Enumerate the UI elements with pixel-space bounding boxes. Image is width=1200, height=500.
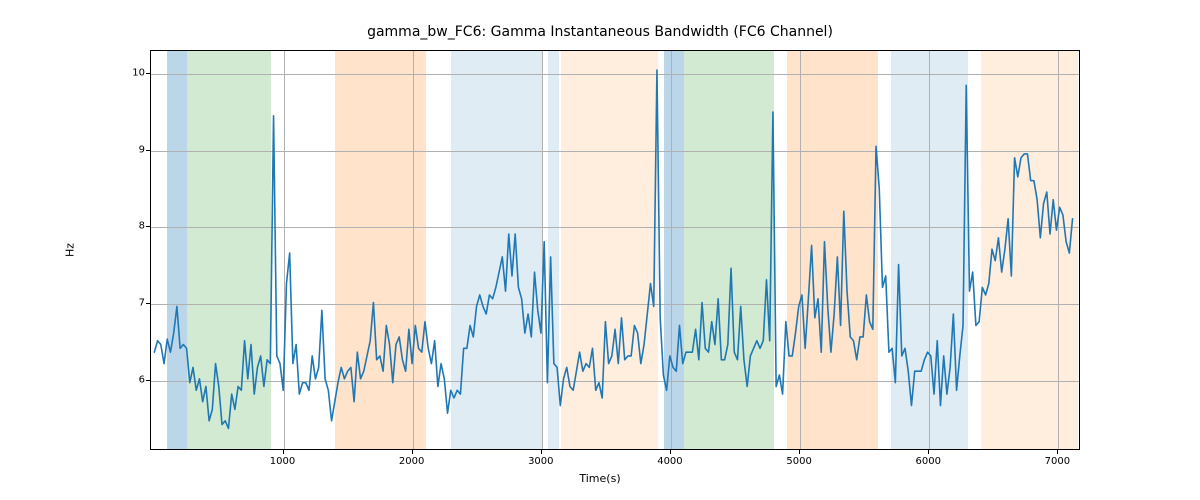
x-tick-mark <box>541 450 542 454</box>
y-axis-label: Hz <box>64 243 77 257</box>
y-tick-label: 9 <box>120 144 145 155</box>
x-axis-label: Time(s) <box>0 472 1200 485</box>
y-tick-mark <box>146 380 150 381</box>
y-tick-mark <box>146 150 150 151</box>
x-tick-mark <box>670 450 671 454</box>
y-tick-label: 8 <box>120 221 145 232</box>
x-tick-mark <box>799 450 800 454</box>
x-tick-label: 4000 <box>657 456 682 467</box>
x-tick-mark <box>283 450 284 454</box>
x-tick-label: 3000 <box>528 456 553 467</box>
y-tick-label: 7 <box>120 297 145 308</box>
x-tick-label: 1000 <box>270 456 295 467</box>
x-tick-label: 7000 <box>1045 456 1070 467</box>
figure: gamma_bw_FC6: Gamma Instantaneous Bandwi… <box>0 0 1200 500</box>
x-tick-mark <box>928 450 929 454</box>
chart-title: gamma_bw_FC6: Gamma Instantaneous Bandwi… <box>0 24 1200 40</box>
y-tick-mark <box>146 73 150 74</box>
y-tick-label: 10 <box>120 67 145 78</box>
x-tick-label: 6000 <box>916 456 941 467</box>
x-tick-mark <box>1057 450 1058 454</box>
plot-area <box>150 50 1080 450</box>
y-tick-label: 6 <box>120 374 145 385</box>
x-tick-mark <box>412 450 413 454</box>
y-tick-mark <box>146 226 150 227</box>
line-series <box>151 51 1079 449</box>
x-tick-label: 5000 <box>786 456 811 467</box>
y-tick-mark <box>146 303 150 304</box>
x-tick-label: 2000 <box>399 456 424 467</box>
